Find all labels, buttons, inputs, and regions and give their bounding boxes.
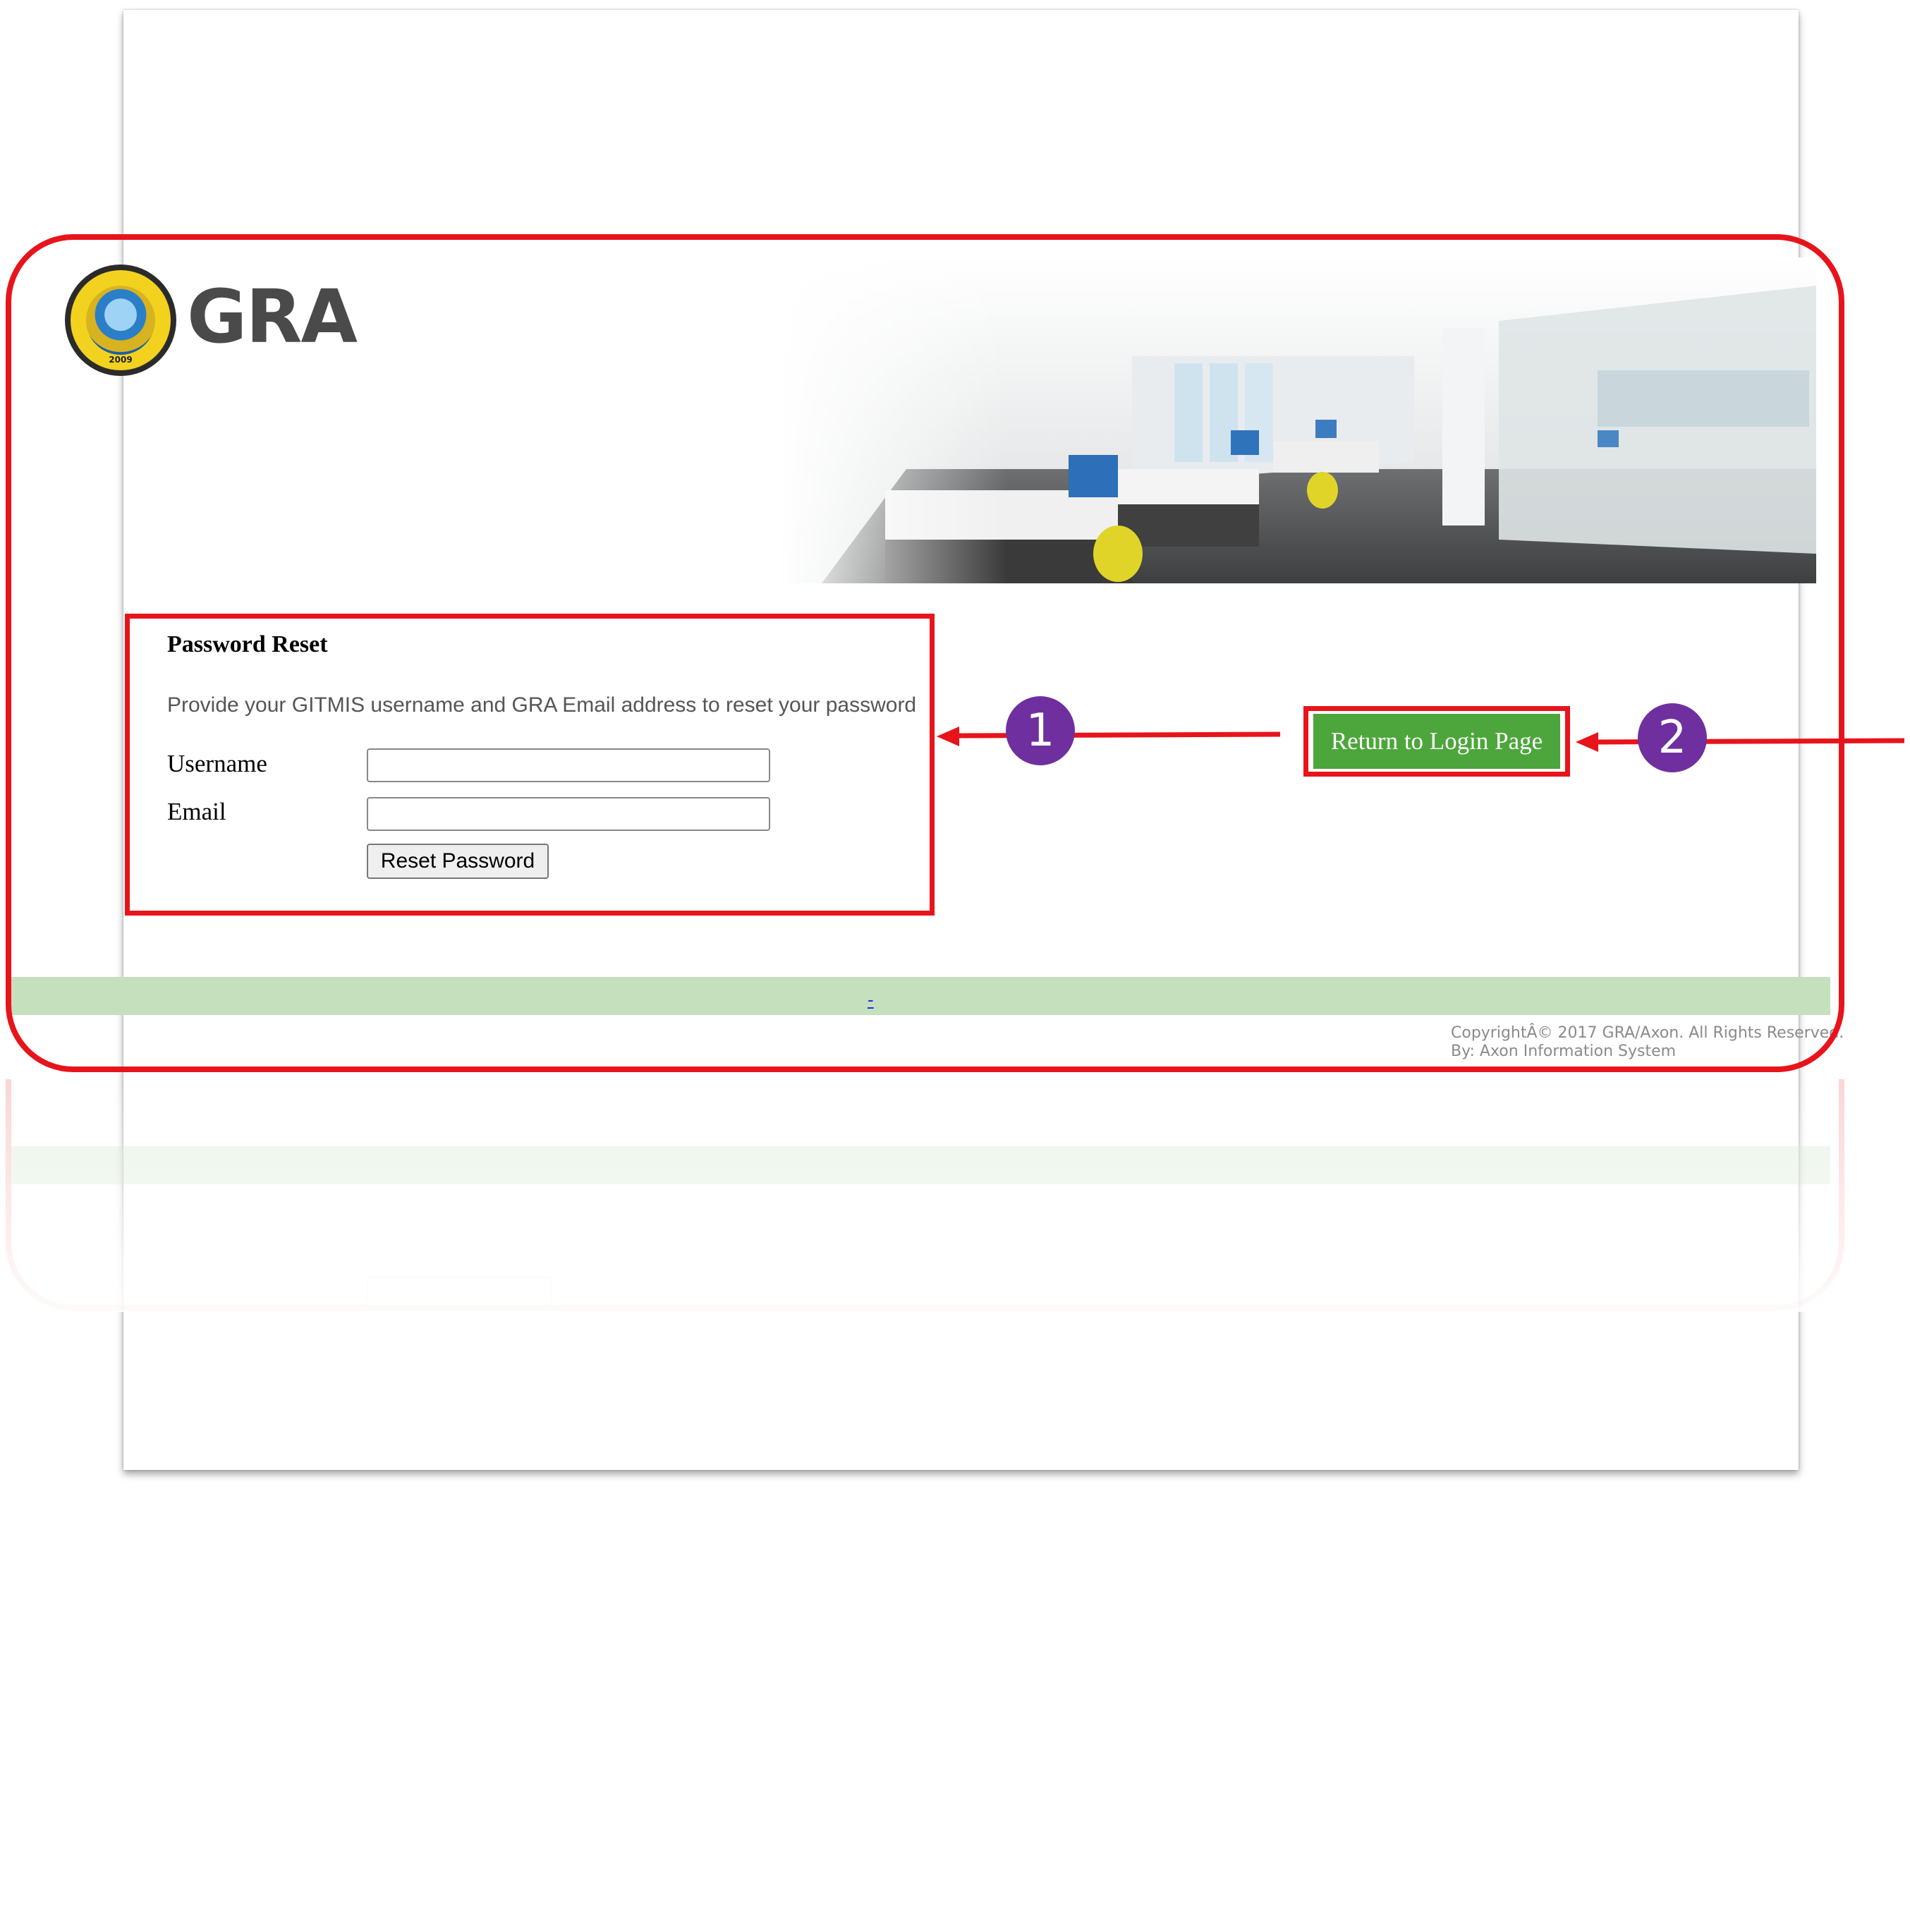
footer-link[interactable]: - <box>868 989 874 1011</box>
seal-year: 2009 <box>109 355 133 365</box>
callout-1: 1 <box>1006 696 1075 765</box>
copyright-text: CopyrightÂ© 2017 GRA/Axon. All Rights Re… <box>1451 1024 1844 1042</box>
gra-logo-text: GRA <box>187 274 358 360</box>
gra-seal-logo: 2009 <box>65 265 176 376</box>
seal-emblem <box>86 286 155 355</box>
by-line-text: By: Axon Information System <box>1451 1043 1677 1060</box>
footer-bar <box>11 977 1830 1015</box>
callout-2: 2 <box>1638 703 1707 772</box>
return-button-highlight <box>1303 706 1570 777</box>
password-reset-highlight <box>125 614 935 916</box>
office-banner-image <box>779 257 1816 583</box>
